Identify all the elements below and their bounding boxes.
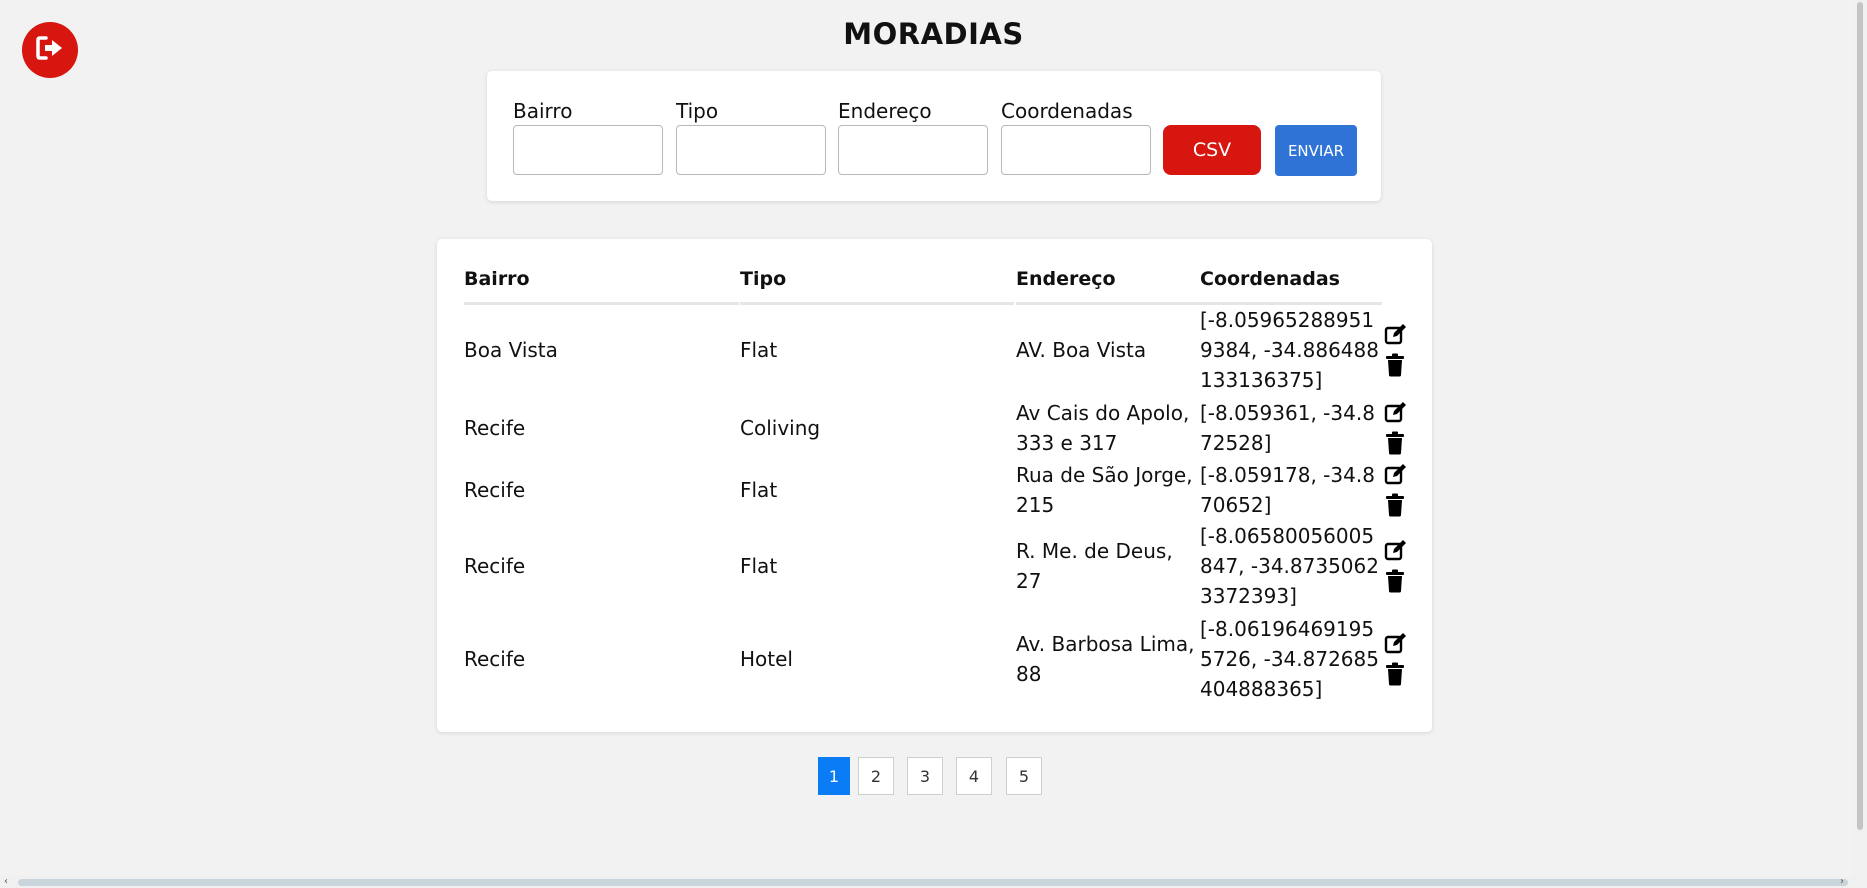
cell-tipo-text: Flat xyxy=(740,338,778,362)
cell-coordenadas-text: [-8.059178, -34.870652] xyxy=(1200,463,1375,517)
page-button[interactable]: 2 xyxy=(858,757,894,795)
cell-tipo: Hotel xyxy=(740,614,1012,704)
cell-endereco-text: AV. Boa Vista xyxy=(1016,338,1147,362)
cell-tipo: Flat xyxy=(740,305,1012,395)
trash-icon[interactable] xyxy=(1384,353,1408,377)
tipo-label: Tipo xyxy=(676,99,719,123)
cell-coordenadas-text: [-8.059652889519384, -34.886488133136375… xyxy=(1200,308,1379,392)
vertical-scroll-thumb[interactable] xyxy=(1857,2,1863,830)
bairro-label: Bairro xyxy=(513,99,573,123)
cell-bairro-text: Recife xyxy=(464,554,526,578)
cell-coordenadas-text: [-8.061964691955726, -34.872685404888365… xyxy=(1200,617,1379,701)
trash-icon[interactable] xyxy=(1384,493,1408,517)
edit-icon[interactable] xyxy=(1384,539,1408,563)
cell-bairro: Boa Vista xyxy=(464,305,736,395)
vertical-scrollbar[interactable] xyxy=(1853,0,1867,876)
cell-bairro-text: Recife xyxy=(464,647,526,671)
scroll-right-icon[interactable]: › xyxy=(1840,876,1844,887)
page-button[interactable]: 3 xyxy=(907,757,943,795)
row-actions xyxy=(1383,521,1409,611)
cell-tipo: Flat xyxy=(740,460,1012,520)
page-button[interactable]: 4 xyxy=(956,757,992,795)
table-row: Boa Vista Flat AV. Boa Vista [-8.0596528895… xyxy=(437,305,1432,395)
cell-bairro-text: Recife xyxy=(464,416,526,440)
cell-endereco-text: Av Cais do Apolo, 333 e 317 xyxy=(1016,401,1190,455)
moradias-table: Bairro Tipo Endereço Coordenadas Boa Vis… xyxy=(437,239,1432,732)
trash-icon[interactable] xyxy=(1384,569,1408,593)
send-button[interactable]: ENVIAR xyxy=(1275,125,1357,176)
cell-tipo-text: Flat xyxy=(740,554,778,578)
endereco-label: Endereço xyxy=(838,99,932,123)
cell-endereco: Av Cais do Apolo, 333 e 317 xyxy=(1016,398,1198,458)
cell-endereco: Av. Barbosa Lima, 88 xyxy=(1016,614,1198,704)
edit-icon[interactable] xyxy=(1384,632,1408,656)
cell-coordenadas-text: [-8.059361, -34.872528] xyxy=(1200,401,1375,455)
cell-endereco-text: Av. Barbosa Lima, 88 xyxy=(1016,632,1195,686)
header-bairro: Bairro xyxy=(464,268,739,305)
cell-bairro: Recife xyxy=(464,460,736,520)
cell-coordenadas: [-8.06580056005847, -34.87350623372393] xyxy=(1200,521,1382,611)
header-endereco: Endereço xyxy=(1016,268,1201,305)
cell-bairro-text: Recife xyxy=(464,478,526,502)
cell-tipo: Coliving xyxy=(740,398,1012,458)
scroll-left-icon[interactable]: ‹ xyxy=(4,876,8,887)
table-row: Recife Hotel Av. Barbosa Lima, 88 [-8.06196… xyxy=(437,614,1432,704)
cell-coordenadas: [-8.059178, -34.870652] xyxy=(1200,460,1382,520)
row-actions xyxy=(1383,614,1409,704)
row-actions xyxy=(1383,460,1409,520)
cell-coordenadas: [-8.059361, -34.872528] xyxy=(1200,398,1382,458)
cell-tipo-text: Flat xyxy=(740,478,778,502)
cell-coordenadas-text: [-8.06580056005847, -34.87350623372393] xyxy=(1200,524,1379,608)
csv-button[interactable]: CSV xyxy=(1163,125,1261,175)
cell-tipo: Flat xyxy=(740,521,1012,611)
cell-endereco: Rua de São Jorge, 215 xyxy=(1016,460,1198,520)
cell-bairro: Recife xyxy=(464,398,736,458)
page-button[interactable]: 5 xyxy=(1006,757,1042,795)
coordenadas-field: Coordenadas xyxy=(1001,98,1151,175)
cell-endereco-text: Rua de São Jorge, 215 xyxy=(1016,463,1193,517)
endereco-input[interactable] xyxy=(838,125,988,175)
row-actions xyxy=(1383,398,1409,458)
cell-bairro-text: Boa Vista xyxy=(464,338,558,362)
trash-icon[interactable] xyxy=(1384,662,1408,686)
edit-icon[interactable] xyxy=(1384,401,1408,425)
edit-icon[interactable] xyxy=(1384,323,1408,347)
header-tipo: Tipo xyxy=(740,268,1014,305)
header-coordenadas: Coordenadas xyxy=(1200,268,1382,305)
page-button[interactable]: 1 xyxy=(818,757,850,795)
cell-tipo-text: Hotel xyxy=(740,647,793,671)
bairro-field: Bairro xyxy=(513,98,663,175)
horizontal-scrollbar[interactable]: ‹ › xyxy=(0,876,1867,888)
create-form: Bairro Tipo Endereço Coordenadas CSV ENV… xyxy=(487,71,1381,201)
coordenadas-label: Coordenadas xyxy=(1001,99,1133,123)
endereco-field: Endereço xyxy=(838,98,988,175)
table-row: Recife Coliving Av Cais do Apolo, 333 e 31… xyxy=(437,398,1432,458)
page-title: MORADIAS xyxy=(843,17,1024,51)
trash-icon[interactable] xyxy=(1384,431,1408,455)
tipo-field: Tipo xyxy=(676,98,826,175)
cell-endereco-text: R. Me. de Deus, 27 xyxy=(1016,539,1173,593)
cell-tipo-text: Coliving xyxy=(740,416,821,440)
cell-endereco: AV. Boa Vista xyxy=(1016,305,1198,395)
horizontal-scroll-thumb[interactable] xyxy=(18,879,1848,886)
bairro-input[interactable] xyxy=(513,125,663,175)
edit-icon[interactable] xyxy=(1384,463,1408,487)
table-row: Recife Flat R. Me. de Deus, 27 [-8.06580056… xyxy=(437,521,1432,611)
cell-coordenadas: [-8.061964691955726, -34.872685404888365… xyxy=(1200,614,1382,704)
table-row: Recife Flat Rua de São Jorge, 215 [-8.05917… xyxy=(437,460,1432,520)
cell-bairro: Recife xyxy=(464,521,736,611)
cell-endereco: R. Me. de Deus, 27 xyxy=(1016,521,1198,611)
tipo-input[interactable] xyxy=(676,125,826,175)
cell-bairro: Recife xyxy=(464,614,736,704)
cell-coordenadas: [-8.059652889519384, -34.886488133136375… xyxy=(1200,305,1382,395)
row-actions xyxy=(1383,305,1409,395)
coordenadas-input[interactable] xyxy=(1001,125,1151,175)
